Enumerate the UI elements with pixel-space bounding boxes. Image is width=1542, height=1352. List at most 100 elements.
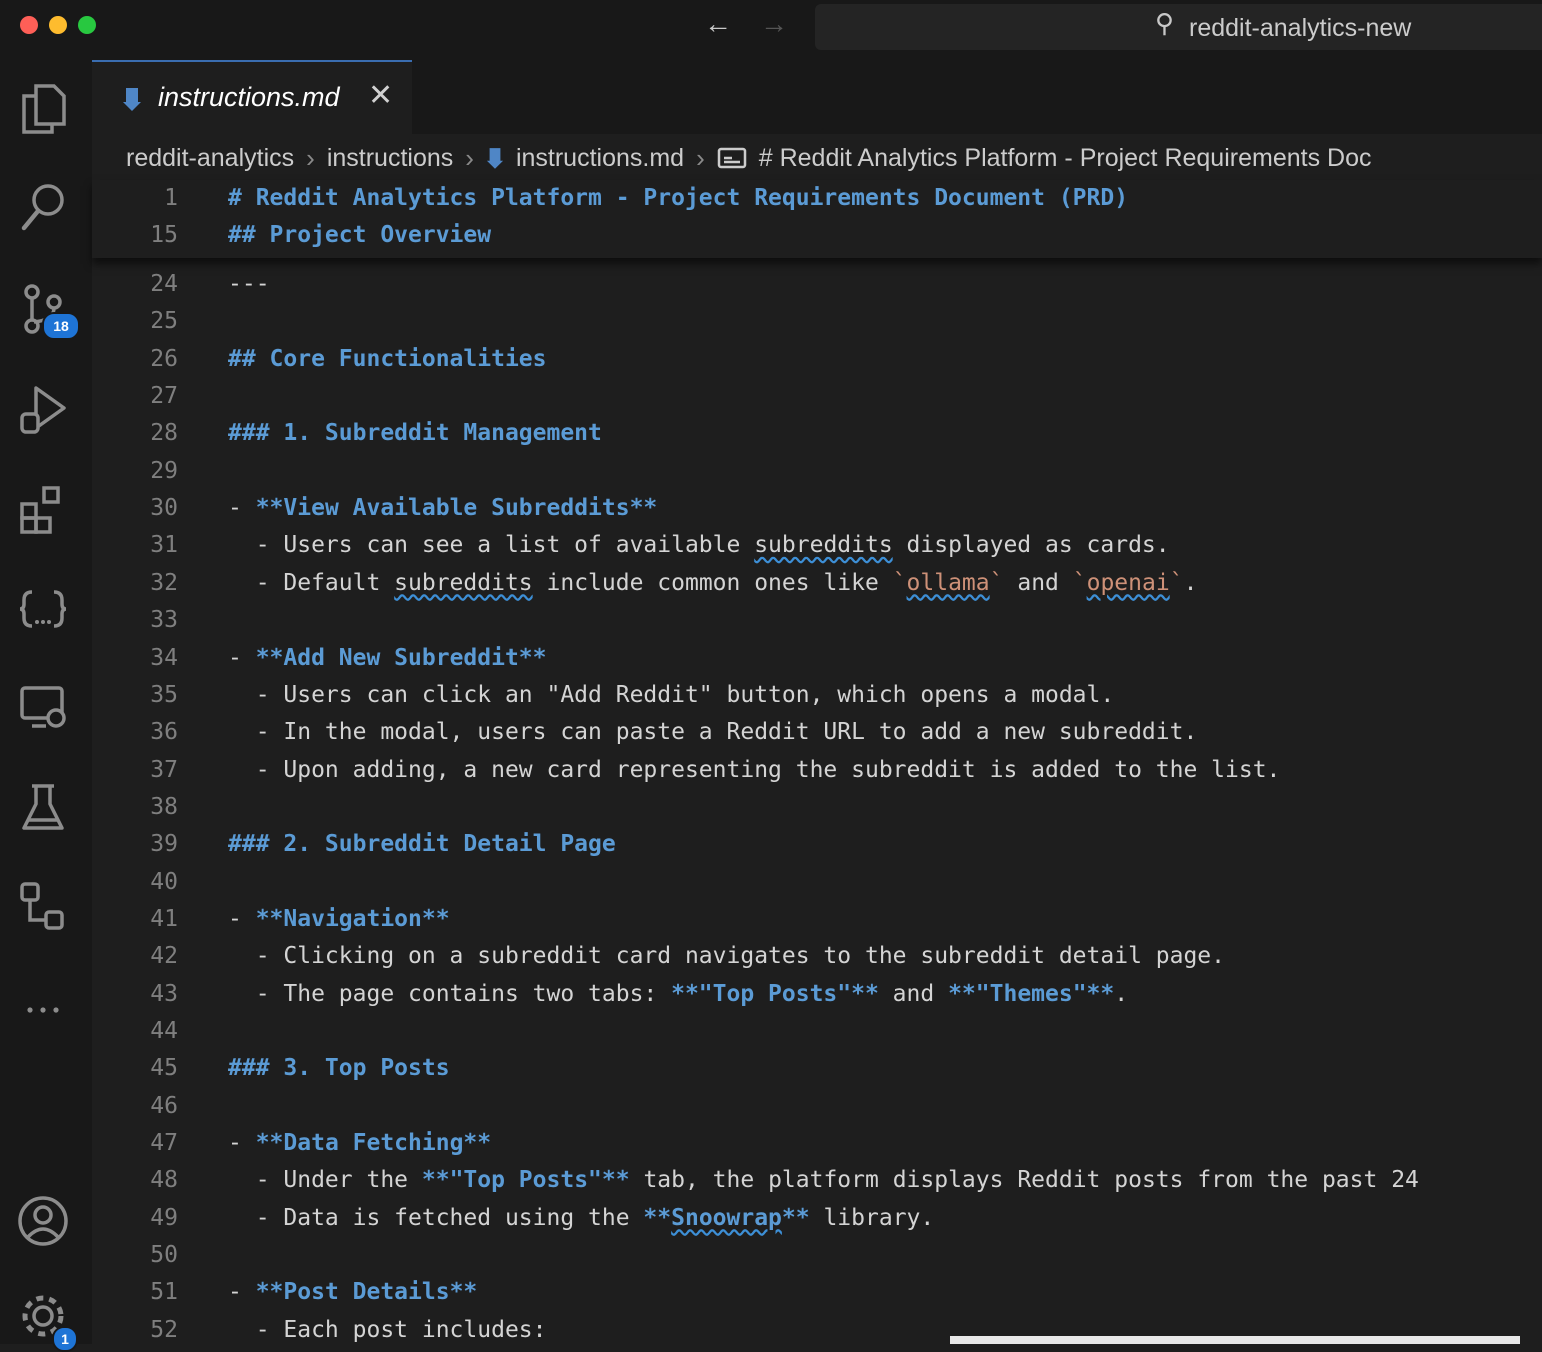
extensions-icon[interactable] xyxy=(14,480,72,538)
editor-tab-bar: instructions.md ✕ xyxy=(92,54,1542,136)
source-control-icon[interactable]: 18 xyxy=(14,280,80,340)
code-line[interactable]: 51 - **Post Details** xyxy=(92,1274,1542,1311)
code-line[interactable]: 50 xyxy=(92,1237,1542,1274)
more-icon[interactable] xyxy=(14,980,72,1038)
code-line[interactable]: 36 - In the modal, users can paste a Red… xyxy=(92,714,1542,751)
back-arrow-icon[interactable]: ← xyxy=(704,8,732,40)
code-line[interactable]: 33 xyxy=(92,602,1542,639)
line-text: - Upon adding, a new card representing t… xyxy=(228,756,1281,783)
line-number: 29 xyxy=(150,457,178,484)
code-line[interactable]: 40 xyxy=(92,864,1542,901)
search-icon: ⚲ xyxy=(1155,8,1175,38)
line-text: - Under the **"Top Posts"** tab, the pla… xyxy=(228,1167,1419,1194)
line-number: 47 xyxy=(150,1130,178,1157)
line-text: # Reddit Analytics Platform - Project Re… xyxy=(228,185,1129,211)
code-line[interactable]: 30 - **View Available Subreddits** xyxy=(92,490,1542,527)
code-line[interactable]: 27 xyxy=(92,378,1542,415)
line-number: 36 xyxy=(150,719,178,746)
code-line[interactable]: 32 - Default subreddits include common o… xyxy=(92,565,1542,602)
line-number: 39 xyxy=(150,831,178,858)
code-line[interactable]: 25 xyxy=(92,303,1542,340)
testing-flask-icon[interactable] xyxy=(14,780,72,838)
breadcrumb-folder-root[interactable]: reddit-analytics xyxy=(126,144,294,173)
line-text: - **Data Fetching** xyxy=(228,1130,492,1157)
line-number: 31 xyxy=(150,532,178,559)
command-center-search[interactable]: ⚲ reddit-analytics-new xyxy=(815,4,1542,50)
line-number: 35 xyxy=(150,681,178,708)
line-number: 50 xyxy=(150,1242,178,1269)
minimize-window-button[interactable] xyxy=(49,16,67,34)
chevron-right-icon: › xyxy=(465,142,474,173)
code-line[interactable]: 41 - **Navigation** xyxy=(92,901,1542,938)
line-text: - Data is fetched using the **Snoowrap**… xyxy=(228,1204,935,1231)
code-line[interactable]: 44 xyxy=(92,1013,1542,1050)
line-number: 34 xyxy=(150,644,178,671)
line-number: 51 xyxy=(150,1279,178,1306)
remote-explorer-icon[interactable] xyxy=(14,680,72,738)
code-line[interactable]: 43 - The page contains two tabs: **"Top … xyxy=(92,976,1542,1013)
line-text: ## Core Functionalities xyxy=(228,345,547,372)
code-line[interactable]: 31 - Users can see a list of available s… xyxy=(92,527,1542,564)
run-debug-icon[interactable] xyxy=(14,380,72,438)
line-number: 28 xyxy=(150,420,178,447)
code-line[interactable]: 15 ## Project Overview xyxy=(92,217,1542,254)
tab-title: instructions.md xyxy=(158,82,340,112)
line-number: 15 xyxy=(150,222,178,248)
code-line[interactable]: 47 - **Data Fetching** xyxy=(92,1125,1542,1162)
search-icon[interactable] xyxy=(14,178,72,236)
code-line[interactable]: 38 xyxy=(92,789,1542,826)
line-text: - **Navigation** xyxy=(228,905,450,932)
code-line[interactable]: 26 ## Core Functionalities xyxy=(92,341,1542,378)
line-number: 46 xyxy=(150,1092,178,1119)
line-number: 38 xyxy=(150,793,178,820)
zoom-window-button[interactable] xyxy=(78,16,96,34)
breadcrumb-file[interactable]: instructions.md xyxy=(516,144,684,173)
explorer-icon[interactable] xyxy=(14,80,72,138)
account-icon[interactable] xyxy=(14,1192,72,1250)
code-editor[interactable]: 1 # Reddit Analytics Platform - Project R… xyxy=(92,180,1542,1344)
code-line[interactable]: 28 ### 1. Subreddit Management xyxy=(92,415,1542,452)
code-line[interactable]: 49 - Data is fetched using the **Snoowra… xyxy=(92,1200,1542,1237)
code-line[interactable]: 48 - Under the **"Top Posts"** tab, the … xyxy=(92,1162,1542,1199)
line-text: --- xyxy=(228,271,270,297)
line-number: 30 xyxy=(150,495,178,522)
line-text: - Default subreddits include common ones… xyxy=(228,569,1198,596)
code-line[interactable]: 34 - **Add New Subreddit** xyxy=(92,640,1542,677)
brackets-icon[interactable] xyxy=(14,580,72,638)
line-number: 24 xyxy=(150,271,178,297)
markdown-file-icon xyxy=(486,146,504,170)
code-line[interactable]: 37 - Upon adding, a new card representin… xyxy=(92,752,1542,789)
tab-instructions-md[interactable]: instructions.md ✕ xyxy=(92,60,412,136)
code-line[interactable]: 46 xyxy=(92,1088,1542,1125)
forward-arrow-icon[interactable]: → xyxy=(760,8,788,40)
close-tab-icon[interactable]: ✕ xyxy=(368,78,393,113)
settings-gear-icon[interactable]: 1 xyxy=(14,1286,78,1352)
line-number: 32 xyxy=(150,569,178,596)
line-text: - **View Available Subreddits** xyxy=(228,495,658,522)
code-line[interactable]: 29 xyxy=(92,453,1542,490)
line-text: - **Post Details** xyxy=(228,1279,478,1306)
code-line[interactable]: 1 # Reddit Analytics Platform - Project R… xyxy=(92,180,1542,217)
code-line[interactable]: 42 - Clicking on a subreddit card naviga… xyxy=(92,938,1542,975)
line-text: - Users can click an "Add Reddit" button… xyxy=(228,681,1115,708)
search-text: reddit-analytics-new xyxy=(1189,14,1412,42)
line-number: 44 xyxy=(150,1018,178,1044)
breadcrumb-symbol[interactable]: # Reddit Analytics Platform - Project Re… xyxy=(759,144,1372,173)
code-line[interactable]: 39 ### 2. Subreddit Detail Page xyxy=(92,826,1542,863)
line-number: 49 xyxy=(150,1204,178,1231)
line-number: 1 xyxy=(164,185,178,211)
line-number: 43 xyxy=(150,980,178,1007)
line-text: ### 1. Subreddit Management xyxy=(228,420,602,447)
flow-diagram-icon[interactable] xyxy=(14,880,72,938)
code-line[interactable]: 45 ### 3. Top Posts xyxy=(92,1050,1542,1087)
code-line[interactable]: 35 - Users can click an "Add Reddit" but… xyxy=(92,677,1542,714)
breadcrumb-folder-instructions[interactable]: instructions xyxy=(327,144,453,173)
close-window-button[interactable] xyxy=(20,16,38,34)
line-number: 40 xyxy=(150,868,178,895)
sticky-scroll-header[interactable]: 1 # Reddit Analytics Platform - Project R… xyxy=(92,180,1542,258)
code-line[interactable]: 24 --- xyxy=(92,266,1542,303)
markdown-file-icon xyxy=(122,86,142,117)
horizontal-scrollbar[interactable] xyxy=(950,1336,1520,1344)
chevron-right-icon: › xyxy=(696,142,705,173)
line-text: - Clicking on a subreddit card navigates… xyxy=(228,943,1225,970)
